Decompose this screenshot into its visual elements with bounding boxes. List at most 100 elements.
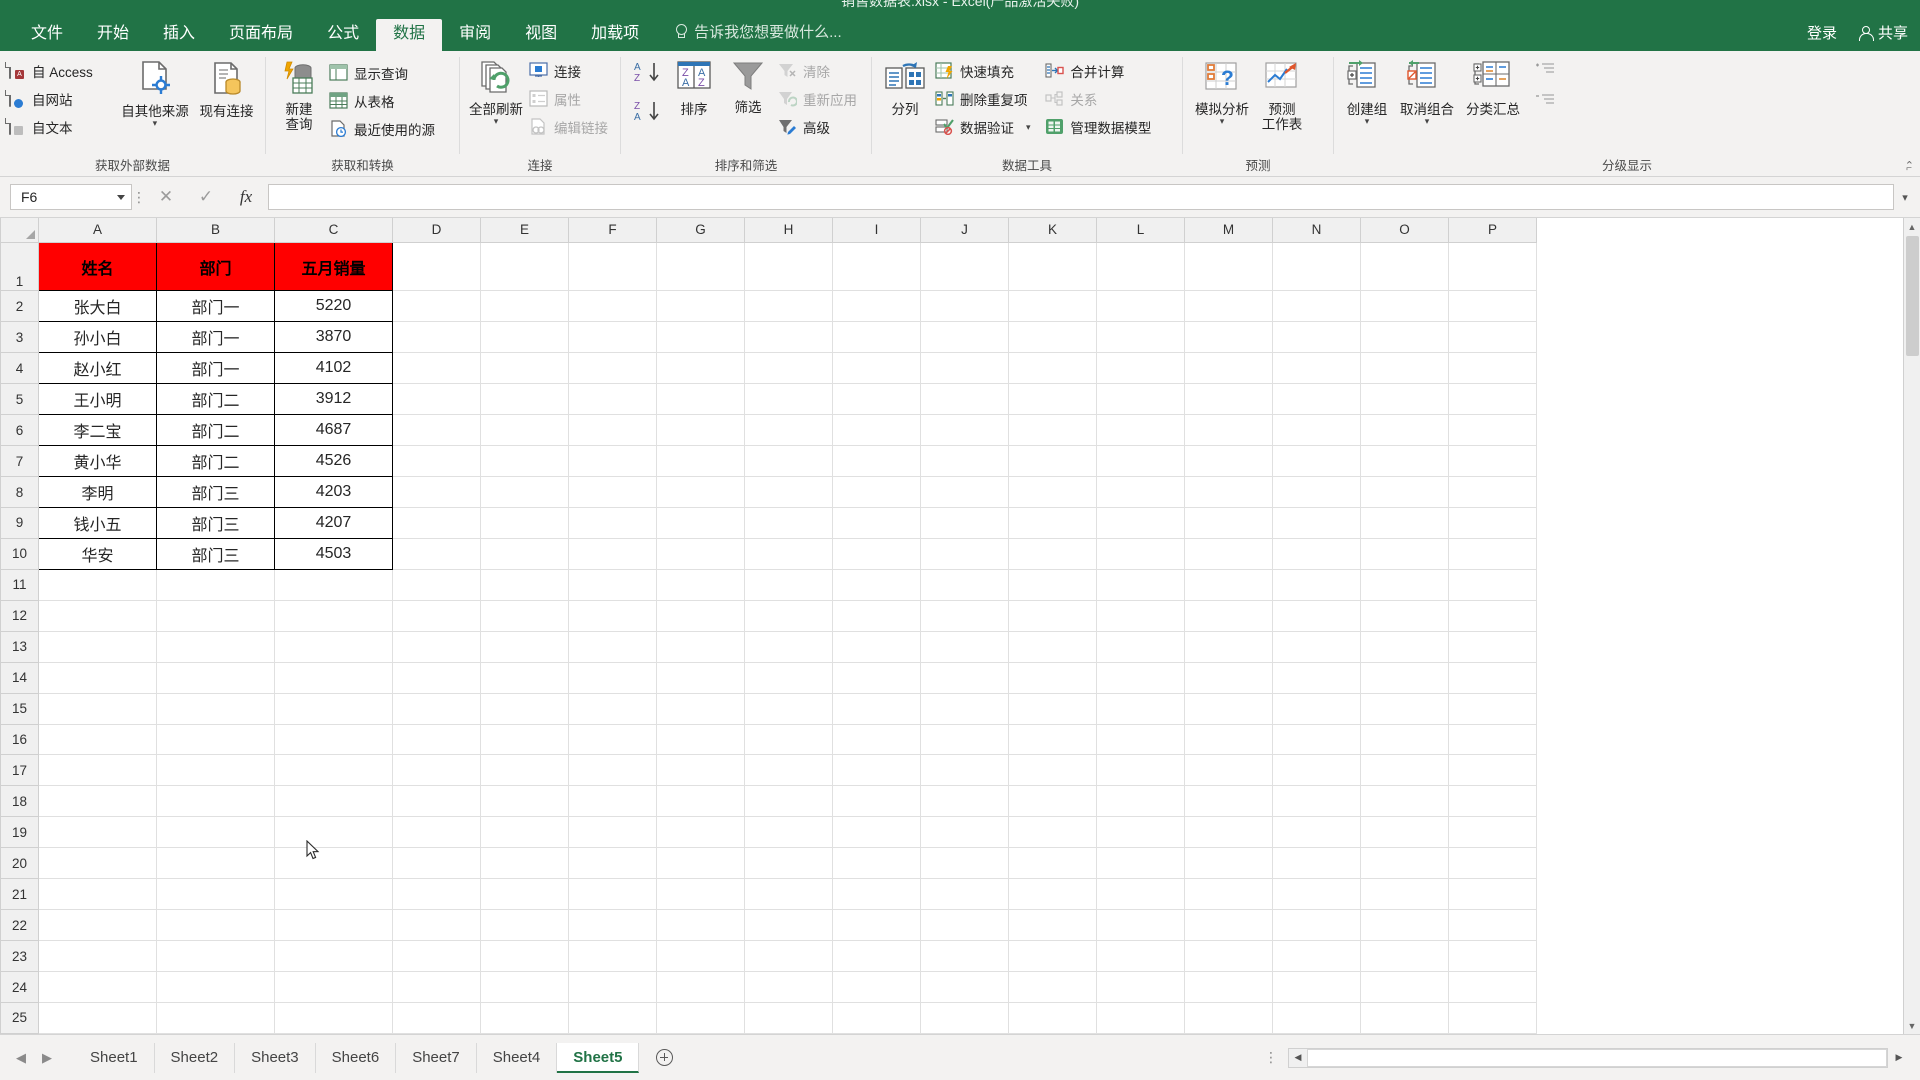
cell-M12[interactable] — [1184, 600, 1273, 632]
cell-B15[interactable] — [156, 693, 275, 725]
cell-C5[interactable]: 3912 — [274, 383, 393, 416]
chevron-down-icon[interactable] — [117, 194, 125, 200]
cell-D17[interactable] — [392, 754, 481, 787]
cell-N11[interactable] — [1272, 569, 1361, 601]
cell-I20[interactable] — [832, 847, 921, 880]
cell-E21[interactable] — [480, 878, 569, 911]
cell-G3[interactable] — [656, 321, 745, 354]
cell-K1[interactable] — [1008, 242, 1097, 292]
cell-N7[interactable] — [1272, 445, 1361, 478]
tab-file[interactable]: 文件 — [14, 19, 80, 51]
header-cell-B1[interactable]: 部门 — [156, 241, 275, 292]
cell-K15[interactable] — [1008, 693, 1097, 725]
cell-O12[interactable] — [1360, 600, 1449, 632]
cell-P10[interactable] — [1448, 538, 1537, 570]
cell-K17[interactable] — [1008, 754, 1097, 787]
cell-C3[interactable]: 3870 — [274, 321, 393, 354]
what-if-analysis-button[interactable]: ? 模拟分析 ▾ — [1189, 56, 1255, 126]
cell-F13[interactable] — [568, 631, 657, 663]
cell-D22[interactable] — [392, 909, 481, 942]
cell-E6[interactable] — [480, 414, 569, 447]
cell-F12[interactable] — [568, 600, 657, 632]
cell-J10[interactable] — [920, 538, 1009, 570]
row-header-19[interactable]: 19 — [0, 816, 39, 849]
cell-O14[interactable] — [1360, 662, 1449, 694]
cell-M6[interactable] — [1184, 414, 1273, 447]
cell-B22[interactable] — [156, 909, 275, 942]
cell-D21[interactable] — [392, 878, 481, 911]
cell-M21[interactable] — [1184, 878, 1273, 911]
recent-sources-button[interactable]: 最近使用的源 — [326, 116, 441, 142]
from-text-button[interactable]: 自文本 — [6, 114, 116, 140]
cell-K14[interactable] — [1008, 662, 1097, 694]
cell-J21[interactable] — [920, 878, 1009, 911]
cell-E12[interactable] — [480, 600, 569, 632]
column-header-G[interactable]: G — [656, 218, 745, 243]
cell-B8[interactable]: 部门三 — [156, 476, 275, 508]
chevron-down-icon[interactable]: ▾ — [494, 117, 499, 126]
cell-H8[interactable] — [744, 476, 833, 508]
cell-D2[interactable] — [392, 290, 481, 323]
cell-C12[interactable] — [274, 600, 393, 632]
cell-C14[interactable] — [274, 662, 393, 694]
column-header-C[interactable]: C — [274, 218, 393, 243]
cell-M17[interactable] — [1184, 754, 1273, 787]
cell-H15[interactable] — [744, 693, 833, 725]
cell-F20[interactable] — [568, 847, 657, 880]
cell-N1[interactable] — [1272, 242, 1361, 292]
cell-C24[interactable] — [274, 971, 393, 1003]
horizontal-scrollbar[interactable]: ◀ — [1288, 1047, 1888, 1068]
cell-N4[interactable] — [1272, 352, 1361, 385]
cell-C7[interactable]: 4526 — [274, 445, 393, 478]
cell-I15[interactable] — [832, 693, 921, 725]
cell-N15[interactable] — [1272, 693, 1361, 725]
cell-G24[interactable] — [656, 971, 745, 1003]
cell-O11[interactable] — [1360, 569, 1449, 601]
cell-L13[interactable] — [1096, 631, 1185, 663]
row-header-14[interactable]: 14 — [0, 661, 39, 694]
cell-K6[interactable] — [1008, 414, 1097, 447]
cell-J6[interactable] — [920, 414, 1009, 447]
cell-A17[interactable] — [38, 754, 157, 787]
from-other-sources-button[interactable]: 自其他来源 ▾ — [116, 56, 194, 128]
cell-F16[interactable] — [568, 724, 657, 756]
row-header-15[interactable]: 15 — [0, 692, 39, 725]
row-header-6[interactable]: 6 — [0, 414, 39, 447]
cell-A24[interactable] — [38, 971, 157, 1003]
cell-L23[interactable] — [1096, 940, 1185, 973]
cell-E20[interactable] — [480, 847, 569, 880]
cell-H9[interactable] — [744, 507, 833, 539]
cell-L18[interactable] — [1096, 785, 1185, 818]
cell-N5[interactable] — [1272, 383, 1361, 416]
cell-J9[interactable] — [920, 507, 1009, 539]
header-cell-C1[interactable]: 五月销量 — [274, 241, 393, 292]
sheet-tab-sheet7[interactable]: Sheet7 — [396, 1042, 477, 1073]
share-button[interactable]: 共享 — [1858, 22, 1908, 43]
cell-B20[interactable] — [156, 847, 275, 880]
cell-H12[interactable] — [744, 600, 833, 632]
ungroup-button[interactable]: 取消组合 ▾ — [1394, 56, 1460, 126]
cell-P15[interactable] — [1448, 693, 1537, 725]
cell-A19[interactable] — [38, 816, 157, 849]
cell-B23[interactable] — [156, 940, 275, 973]
cell-E2[interactable] — [480, 290, 569, 323]
cell-J18[interactable] — [920, 785, 1009, 818]
cell-M13[interactable] — [1184, 631, 1273, 663]
cell-K24[interactable] — [1008, 971, 1097, 1003]
chevron-down-icon[interactable]: ▾ — [1026, 123, 1031, 132]
cell-A18[interactable] — [38, 785, 157, 818]
cell-H18[interactable] — [744, 785, 833, 818]
cell-F17[interactable] — [568, 754, 657, 787]
cell-J13[interactable] — [920, 631, 1009, 663]
cell-B2[interactable]: 部门一 — [156, 290, 275, 323]
row-header-9[interactable]: 9 — [0, 506, 39, 539]
cell-B7[interactable]: 部门二 — [156, 445, 275, 478]
cell-C21[interactable] — [274, 878, 393, 911]
cell-B9[interactable]: 部门三 — [156, 506, 275, 539]
cell-M24[interactable] — [1184, 971, 1273, 1003]
cell-P3[interactable] — [1448, 321, 1537, 354]
cell-I21[interactable] — [832, 878, 921, 911]
cell-G16[interactable] — [656, 724, 745, 756]
existing-connections-button[interactable]: 现有连接 — [194, 56, 259, 119]
cell-G11[interactable] — [656, 569, 745, 601]
